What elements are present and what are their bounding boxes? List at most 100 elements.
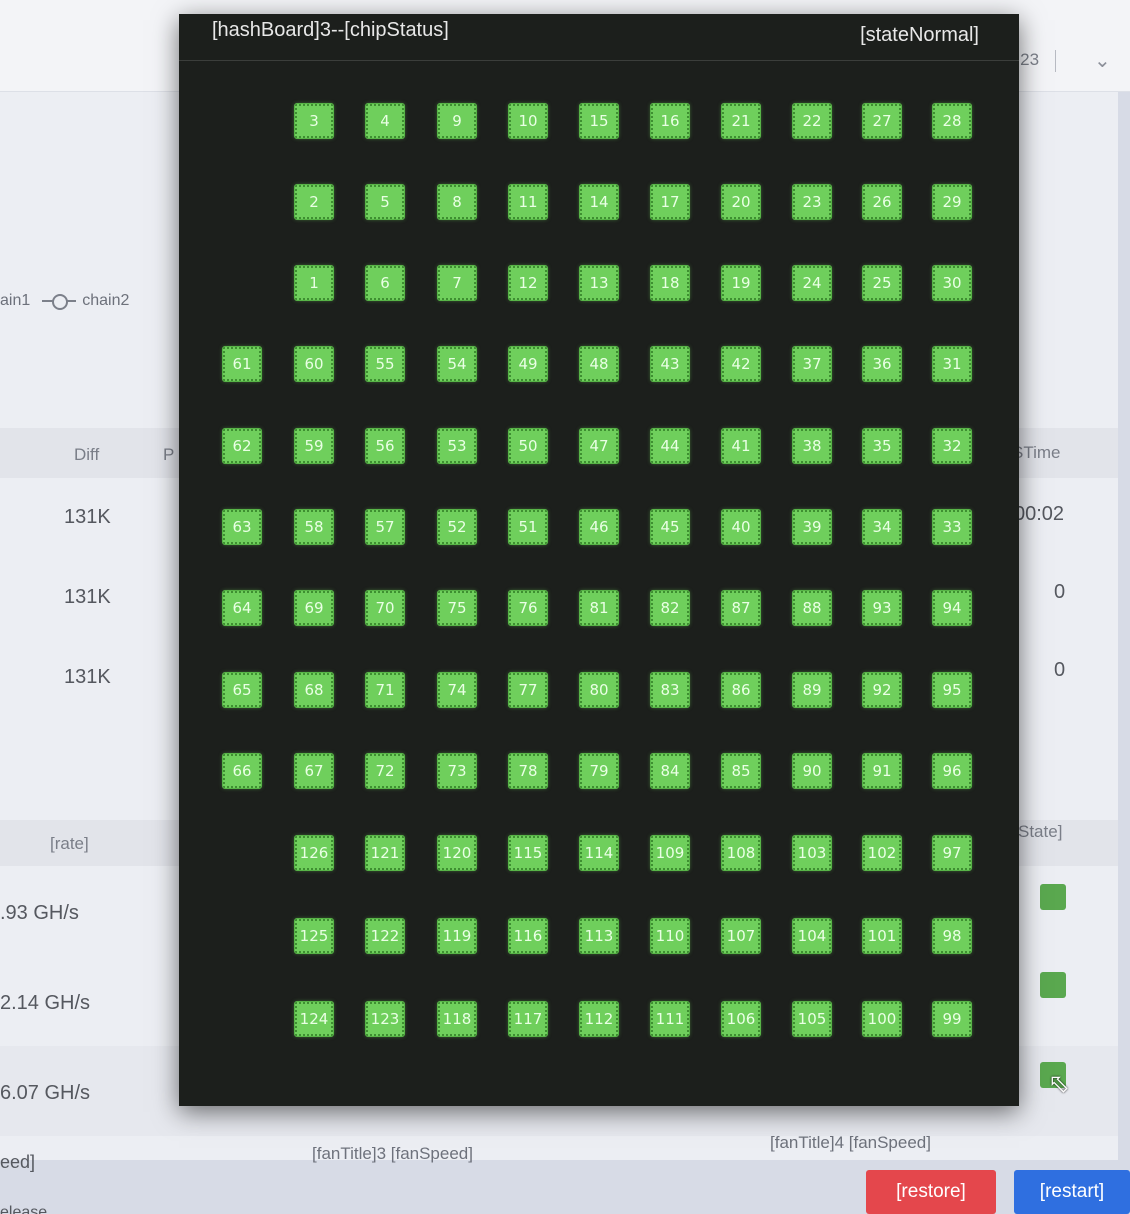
- chip-20[interactable]: 20: [721, 184, 761, 220]
- chip-70[interactable]: 70: [365, 590, 405, 626]
- chip-55[interactable]: 55: [365, 346, 405, 382]
- chip-125[interactable]: 125: [294, 918, 334, 954]
- chip-59[interactable]: 59: [294, 428, 334, 464]
- chip-5[interactable]: 5: [365, 184, 405, 220]
- chip-21[interactable]: 21: [721, 103, 761, 139]
- chip-113[interactable]: 113: [579, 918, 619, 954]
- chip-43[interactable]: 43: [650, 346, 690, 382]
- chain-state-indicator[interactable]: [1040, 884, 1066, 910]
- chip-114[interactable]: 114: [579, 835, 619, 871]
- chip-57[interactable]: 57: [365, 509, 405, 545]
- chip-95[interactable]: 95: [932, 672, 972, 708]
- chip-52[interactable]: 52: [437, 509, 477, 545]
- chip-34[interactable]: 34: [862, 509, 902, 545]
- chip-33[interactable]: 33: [932, 509, 972, 545]
- chip-16[interactable]: 16: [650, 103, 690, 139]
- chip-79[interactable]: 79: [579, 753, 619, 789]
- chip-75[interactable]: 75: [437, 590, 477, 626]
- chip-38[interactable]: 38: [792, 428, 832, 464]
- restore-button[interactable]: [restore]: [866, 1170, 996, 1214]
- chip-102[interactable]: 102: [862, 835, 902, 871]
- chip-2[interactable]: 2: [294, 184, 334, 220]
- chip-4[interactable]: 4: [365, 103, 405, 139]
- chip-100[interactable]: 100: [862, 1001, 902, 1037]
- chip-53[interactable]: 53: [437, 428, 477, 464]
- chip-108[interactable]: 108: [721, 835, 761, 871]
- chip-74[interactable]: 74: [437, 672, 477, 708]
- chip-67[interactable]: 67: [294, 753, 334, 789]
- chip-116[interactable]: 116: [508, 918, 548, 954]
- chip-124[interactable]: 124: [294, 1001, 334, 1037]
- chip-11[interactable]: 11: [508, 184, 548, 220]
- chip-65[interactable]: 65: [222, 672, 262, 708]
- chip-17[interactable]: 17: [650, 184, 690, 220]
- chip-77[interactable]: 77: [508, 672, 548, 708]
- chip-64[interactable]: 64: [222, 590, 262, 626]
- chip-111[interactable]: 111: [650, 1001, 690, 1037]
- chip-94[interactable]: 94: [932, 590, 972, 626]
- chip-46[interactable]: 46: [579, 509, 619, 545]
- chevron-down-icon[interactable]: ⌄: [1094, 48, 1111, 73]
- chip-112[interactable]: 112: [579, 1001, 619, 1037]
- chip-123[interactable]: 123: [365, 1001, 405, 1037]
- chip-50[interactable]: 50: [508, 428, 548, 464]
- chip-24[interactable]: 24: [792, 265, 832, 301]
- chip-73[interactable]: 73: [437, 753, 477, 789]
- chip-120[interactable]: 120: [437, 835, 477, 871]
- chip-87[interactable]: 87: [721, 590, 761, 626]
- chip-86[interactable]: 86: [721, 672, 761, 708]
- chip-60[interactable]: 60: [294, 346, 334, 382]
- chip-42[interactable]: 42: [721, 346, 761, 382]
- chip-84[interactable]: 84: [650, 753, 690, 789]
- chip-18[interactable]: 18: [650, 265, 690, 301]
- chip-93[interactable]: 93: [862, 590, 902, 626]
- chip-119[interactable]: 119: [437, 918, 477, 954]
- chip-35[interactable]: 35: [862, 428, 902, 464]
- chip-98[interactable]: 98: [932, 918, 972, 954]
- chip-54[interactable]: 54: [437, 346, 477, 382]
- chip-88[interactable]: 88: [792, 590, 832, 626]
- chip-83[interactable]: 83: [650, 672, 690, 708]
- chip-109[interactable]: 109: [650, 835, 690, 871]
- chip-3[interactable]: 3: [294, 103, 334, 139]
- chip-36[interactable]: 36: [862, 346, 902, 382]
- chip-19[interactable]: 19: [721, 265, 761, 301]
- chip-1[interactable]: 1: [294, 265, 334, 301]
- chip-22[interactable]: 22: [792, 103, 832, 139]
- chip-44[interactable]: 44: [650, 428, 690, 464]
- chip-8[interactable]: 8: [437, 184, 477, 220]
- chip-69[interactable]: 69: [294, 590, 334, 626]
- chip-29[interactable]: 29: [932, 184, 972, 220]
- chip-15[interactable]: 15: [579, 103, 619, 139]
- chip-45[interactable]: 45: [650, 509, 690, 545]
- chip-106[interactable]: 106: [721, 1001, 761, 1037]
- chip-51[interactable]: 51: [508, 509, 548, 545]
- chip-7[interactable]: 7: [437, 265, 477, 301]
- chip-99[interactable]: 99: [932, 1001, 972, 1037]
- chip-6[interactable]: 6: [365, 265, 405, 301]
- chip-10[interactable]: 10: [508, 103, 548, 139]
- chip-68[interactable]: 68: [294, 672, 334, 708]
- chip-9[interactable]: 9: [437, 103, 477, 139]
- chip-48[interactable]: 48: [579, 346, 619, 382]
- chip-72[interactable]: 72: [365, 753, 405, 789]
- chip-110[interactable]: 110: [650, 918, 690, 954]
- chip-107[interactable]: 107: [721, 918, 761, 954]
- chip-40[interactable]: 40: [721, 509, 761, 545]
- chip-49[interactable]: 49: [508, 346, 548, 382]
- chip-58[interactable]: 58: [294, 509, 334, 545]
- chip-25[interactable]: 25: [862, 265, 902, 301]
- chip-12[interactable]: 12: [508, 265, 548, 301]
- chip-26[interactable]: 26: [862, 184, 902, 220]
- chip-14[interactable]: 14: [579, 184, 619, 220]
- chip-37[interactable]: 37: [792, 346, 832, 382]
- chip-121[interactable]: 121: [365, 835, 405, 871]
- chip-78[interactable]: 78: [508, 753, 548, 789]
- chip-13[interactable]: 13: [579, 265, 619, 301]
- chip-28[interactable]: 28: [932, 103, 972, 139]
- chip-76[interactable]: 76: [508, 590, 548, 626]
- chip-71[interactable]: 71: [365, 672, 405, 708]
- chip-81[interactable]: 81: [579, 590, 619, 626]
- chip-63[interactable]: 63: [222, 509, 262, 545]
- chip-89[interactable]: 89: [792, 672, 832, 708]
